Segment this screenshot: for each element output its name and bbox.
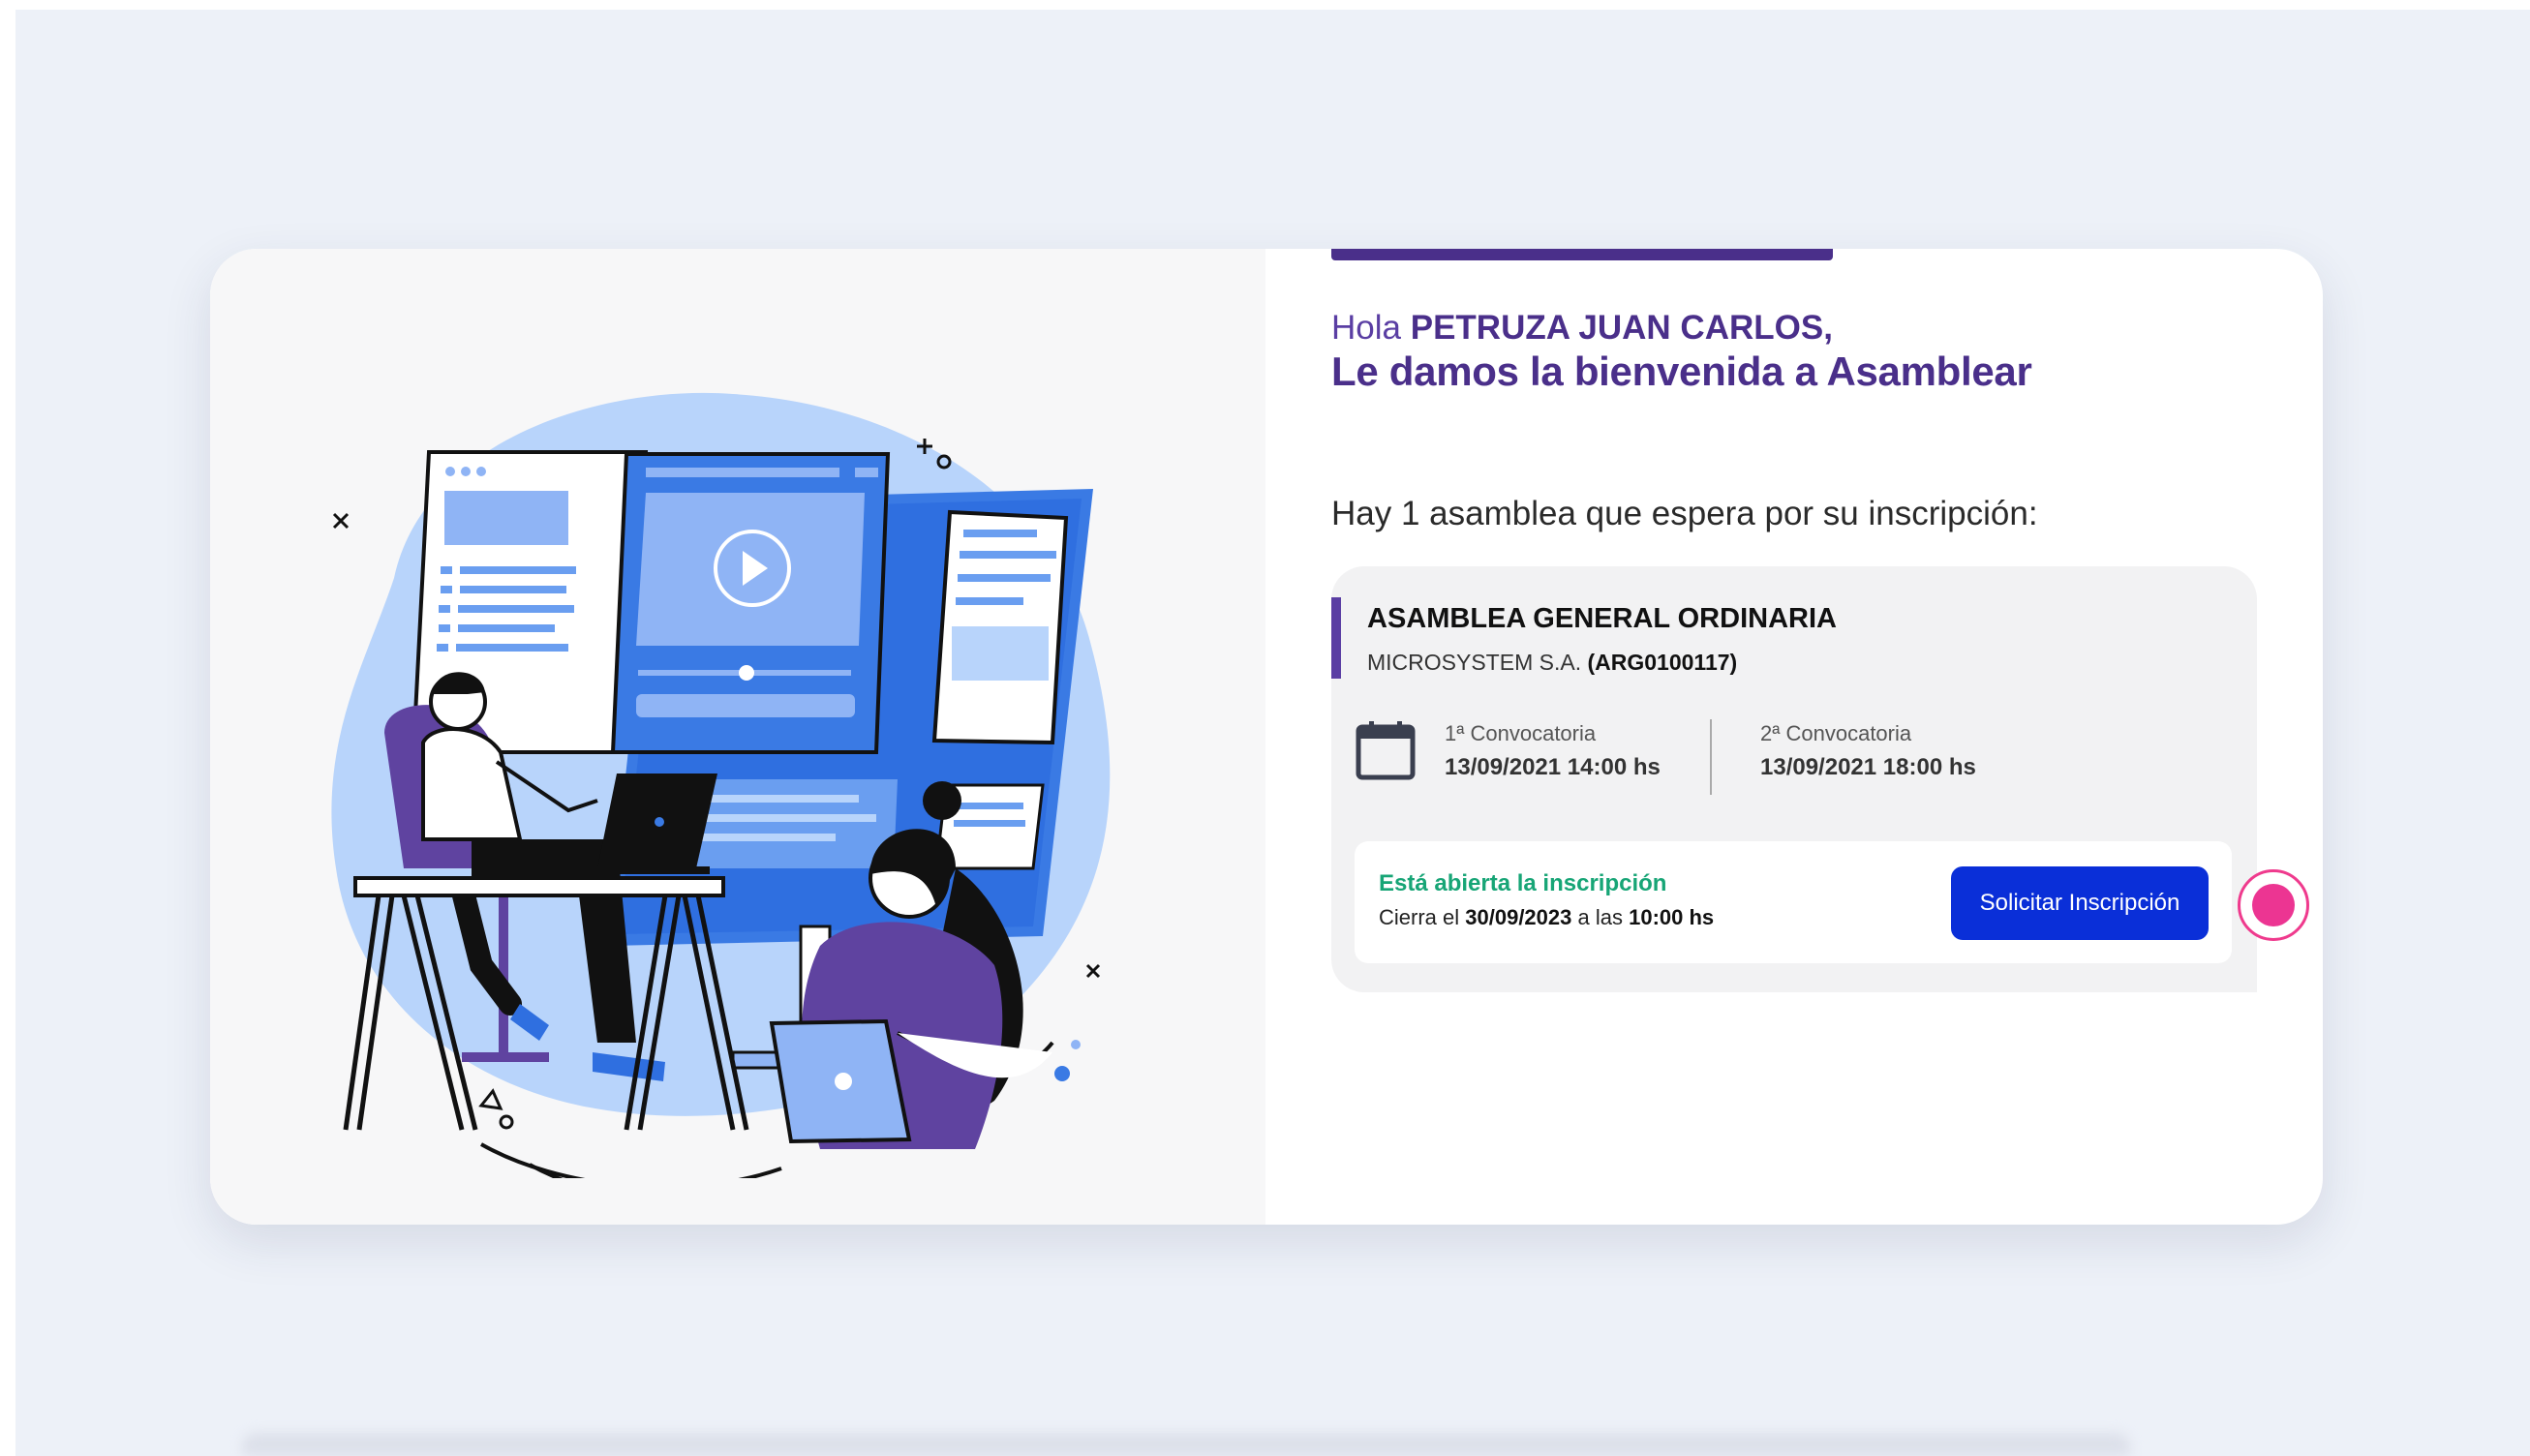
registration-status-box: Está abierta la inscripción Cierra el 30…: [1355, 841, 2232, 963]
greeting-prefix: Hola: [1331, 309, 1401, 347]
pending-assemblies-notice: Hay 1 asamblea que espera por su inscrip…: [1331, 495, 2038, 532]
welcome-panel: Hola PETRUZA JUAN CARLOS, Le damos la bi…: [1265, 249, 2323, 1225]
greeting: Hola PETRUZA JUAN CARLOS,: [1331, 309, 1833, 348]
calendar-icon: [1356, 721, 1416, 780]
welcome-card: Hola PETRUZA JUAN CARLOS, Le damos la bi…: [210, 249, 2323, 1225]
second-call-label: 2ª Convocatoria: [1760, 721, 1912, 745]
welcome-title: Le damos la bienvenida a Asamblear: [1331, 349, 2032, 394]
first-call-datetime: 13/09/2021 14:00 hs: [1445, 754, 1661, 780]
top-accent-bar: [1331, 249, 1833, 260]
second-call-datetime: 13/09/2021 18:00 hs: [1760, 754, 1976, 780]
close-date: 30/09/2023: [1465, 905, 1572, 929]
assembly-accent-bar: [1331, 597, 1341, 679]
close-time: 10:00 hs: [1629, 905, 1715, 929]
organization-code: (ARG0100117): [1587, 650, 1738, 675]
assembly-title: ASAMBLEA GENERAL ORDINARIA: [1367, 603, 1837, 634]
assembly-card: ASAMBLEA GENERAL ORDINARIA MICROSYSTEM S…: [1331, 566, 2257, 992]
first-call: 1ª Convocatoria 13/09/2021 14:00 hs: [1445, 721, 1661, 781]
second-call: 2ª Convocatoria 13/09/2021 18:00 hs: [1760, 721, 1976, 781]
online-meeting-illustration: [331, 392, 1111, 1178]
first-call-label: 1ª Convocatoria: [1445, 721, 1597, 745]
request-registration-button[interactable]: Solicitar Inscripción: [1951, 866, 2209, 940]
call-divider: [1710, 719, 1712, 795]
cursor-indicator: [2238, 869, 2309, 941]
close-prefix: Cierra el: [1379, 905, 1460, 929]
next-card-shadow: [242, 1433, 2130, 1456]
close-middle: a las: [1577, 905, 1623, 929]
registration-close-text: Cierra el 30/09/2023 a las 10:00 hs: [1379, 905, 1714, 930]
illustration-panel: [210, 249, 1265, 1225]
user-name: PETRUZA JUAN CARLOS,: [1410, 309, 1833, 347]
registration-open-text: Está abierta la inscripción: [1379, 870, 1667, 896]
organization-name: MICROSYSTEM S.A.: [1367, 650, 1582, 675]
assembly-organization: MICROSYSTEM S.A. (ARG0100117): [1367, 650, 1737, 676]
